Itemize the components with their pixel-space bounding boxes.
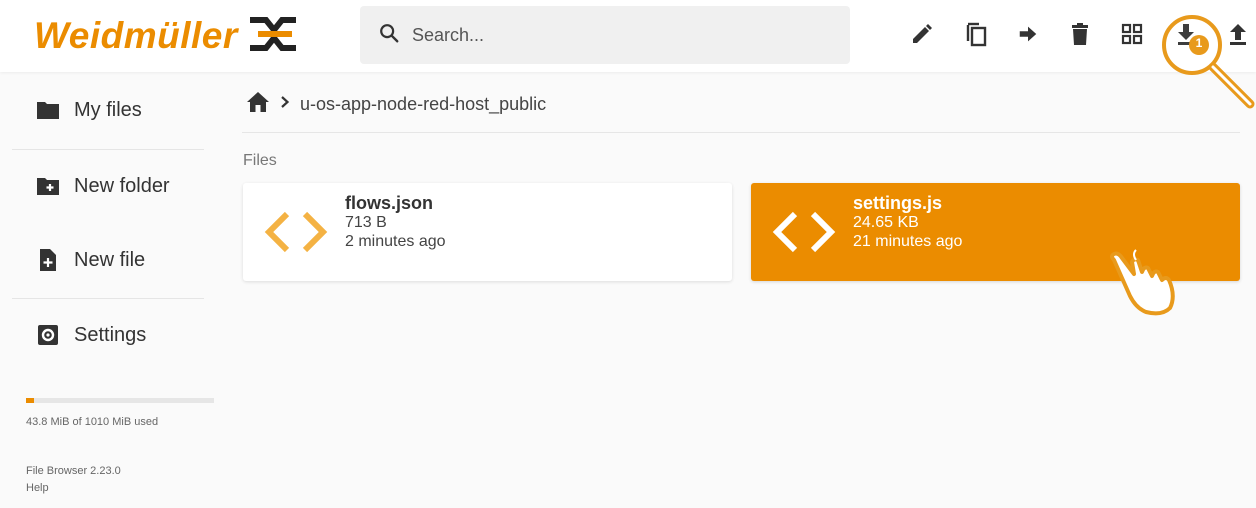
- switch-view-button[interactable]: [1116, 20, 1148, 52]
- sidebar-item-label: My files: [74, 98, 142, 121]
- file-browser-app: Weidmüller Search... 1 My files New fold…: [0, 0, 1256, 508]
- file-card-selected[interactable]: settings.js 24.65 KB 21 minutes ago: [751, 183, 1240, 281]
- breadcrumb-current[interactable]: u-os-app-node-red-host_public: [300, 94, 546, 115]
- file-name: settings.js: [853, 193, 943, 213]
- sidebar-item-label: New folder: [74, 174, 170, 197]
- file-size: 713 B: [345, 214, 387, 231]
- app-version: File Browser 2.23.0: [26, 465, 121, 477]
- delete-button[interactable]: [1064, 20, 1096, 52]
- download-button[interactable]: [1170, 20, 1202, 52]
- arrow-right-icon: [1017, 23, 1039, 50]
- chevron-right-icon: [280, 95, 290, 114]
- sidebar-divider: [12, 149, 204, 150]
- storage-usage-fill: [26, 398, 35, 403]
- folder-icon: [36, 98, 60, 122]
- copy-button[interactable]: [960, 20, 992, 52]
- upload-button[interactable]: [1222, 20, 1254, 52]
- breadcrumb: u-os-app-node-red-host_public: [246, 88, 546, 120]
- sidebar-item-settings[interactable]: Settings: [12, 305, 204, 365]
- header: Weidmüller Search... 1: [0, 0, 1256, 109]
- home-icon[interactable]: [246, 91, 270, 118]
- sidebar-divider: [12, 298, 204, 299]
- download-icon: [1175, 22, 1197, 51]
- folder-plus-icon: [36, 174, 60, 198]
- code-icon: [261, 207, 331, 257]
- upload-icon: [1227, 22, 1249, 51]
- sidebar: My files New folder New file Settings: [12, 72, 204, 508]
- toolbar: [0, 14, 1256, 58]
- gear-icon: [36, 323, 60, 347]
- file-modified: 2 minutes ago: [345, 233, 446, 250]
- storage-usage-bar: [26, 398, 214, 403]
- sidebar-item-new-folder[interactable]: New folder: [12, 156, 204, 216]
- move-button[interactable]: [1012, 20, 1044, 52]
- trash-icon: [1069, 22, 1091, 51]
- file-name: flows.json: [345, 193, 434, 213]
- storage-usage-text: 43.8 MiB of 1010 MiB used: [26, 416, 159, 428]
- sidebar-item-label: New file: [74, 248, 146, 271]
- files-section-title: Files: [243, 152, 277, 169]
- file-plus-icon: [36, 248, 60, 272]
- grid-view-icon: [1121, 23, 1143, 50]
- help-link[interactable]: Help: [26, 482, 49, 494]
- pencil-icon: [910, 22, 934, 51]
- sidebar-item-my-files[interactable]: My files: [12, 80, 204, 140]
- file-card[interactable]: flows.json 713 B 2 minutes ago: [243, 183, 732, 281]
- breadcrumb-divider: [242, 132, 1240, 133]
- rename-button[interactable]: [906, 20, 938, 52]
- file-modified: 21 minutes ago: [853, 233, 963, 250]
- file-size: 24.65 KB: [853, 214, 919, 231]
- code-icon: [769, 207, 839, 257]
- sidebar-item-label: Settings: [74, 323, 147, 346]
- copy-icon: [964, 21, 988, 52]
- sidebar-item-new-file[interactable]: New file: [12, 230, 204, 290]
